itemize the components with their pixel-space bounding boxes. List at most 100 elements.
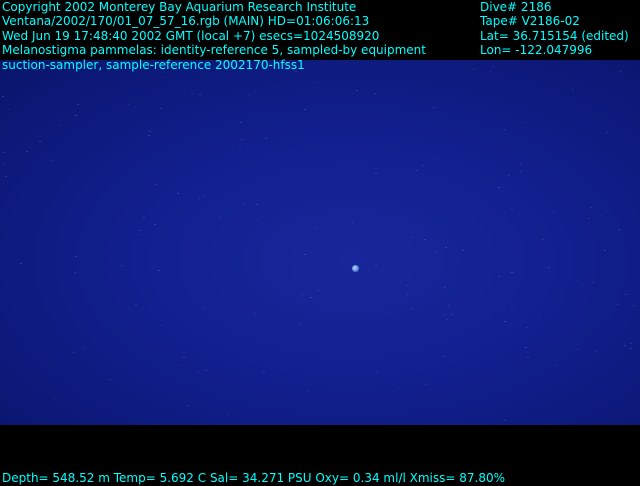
marine-snow-speck [445,247,447,248]
marine-snow-speck [148,135,150,136]
marine-snow-speck [434,158,436,159]
marine-snow-speck [411,308,413,309]
marine-snow-speck [511,208,513,209]
marine-snow-speck [2,96,4,97]
marine-snow-speck [240,122,242,123]
marine-snow-speck [606,132,608,133]
marine-snow-speck [75,115,77,116]
marine-snow-speck [301,294,303,295]
marine-snow-speck [199,94,201,95]
marine-snow-speck [444,287,446,288]
marine-snow-speck [256,204,258,205]
marine-snow-speck [511,272,513,273]
marine-snow-speck [397,387,399,388]
marine-snow-speck [422,165,424,166]
marine-snow-speck [553,211,555,212]
marine-snow-speck [58,125,60,126]
marine-snow-speck [241,139,243,140]
marine-snow-speck [446,319,448,320]
marine-snow-speck [304,109,306,110]
marine-snow-speck [263,371,265,372]
marine-snow-speck [633,305,635,306]
marine-snow-speck [572,89,574,90]
datetime-text: Wed Jun 19 17:48:40 2002 GMT (local +7) … [2,29,380,43]
marine-snow-speck [424,239,426,240]
marine-snow-speck [135,304,137,305]
marine-snow-speck [314,227,316,228]
marine-snow-speck [167,114,169,115]
marine-snow-speck [314,82,316,83]
marine-snow-speck [243,204,245,205]
marine-snow-speck [630,348,632,349]
marine-snow-speck [390,313,392,314]
marine-snow-speck [197,371,199,372]
marine-snow-speck [198,198,200,199]
marine-snow-speck [299,324,301,325]
species-text-1: Melanostigma pammelas: identity-referenc… [2,43,426,57]
marine-snow-speck [511,308,513,309]
marine-snow-speck [239,148,241,149]
marine-snow-speck [554,365,556,366]
marine-snow-speck [416,170,418,171]
marine-snow-speck [576,280,578,281]
marine-snow-speck [226,415,228,416]
marine-snow-speck [177,193,179,194]
marine-snow-speck [77,104,79,105]
marine-snow-speck [121,265,123,266]
marine-snow-speck [3,152,5,153]
tape-number-text: Tape# V2186-02 [480,14,580,28]
marine-snow-speck [205,370,207,371]
sensor-readout-text: Depth= 548.52 m Temp= 5.692 C Sal= 34.27… [2,471,506,485]
marine-snow-speck [590,207,592,208]
marine-snow-speck [538,313,540,314]
marine-snow-speck [563,157,565,158]
marine-snow-speck [493,213,495,214]
marine-snow-speck [425,384,427,385]
marine-snow-speck [158,270,160,271]
marine-snow-speck [137,234,139,235]
marine-snow-speck [356,90,358,91]
marine-snow-speck [73,352,75,353]
marine-snow-speck [139,230,141,231]
marine-snow-speck [617,304,619,305]
marine-snow-speck [50,160,52,161]
marine-snow-speck [187,405,189,406]
marine-snow-speck [451,314,453,315]
marine-snow-speck [542,239,544,240]
marine-snow-speck [375,173,377,174]
marine-snow-speck [5,176,7,177]
marine-snow-speck [620,71,622,72]
species-text-2: suction-sampler, sample-reference 200217… [2,58,305,72]
marine-snow-speck [492,66,494,67]
marine-snow-speck [521,122,523,123]
marine-snow-speck [374,93,376,94]
marine-snow-speck [433,107,435,108]
marine-snow-speck [412,237,414,238]
marine-snow-speck [160,108,162,109]
video-frame: Copyright 2002 Monterey Bay Aquarium Res… [0,0,640,486]
marine-snow-speck [165,77,167,78]
latitude-text: Lat= 36.715154 (edited) [480,29,629,43]
marine-snow-speck [204,307,206,308]
marine-snow-speck [504,129,506,130]
marine-snow-speck [443,356,445,357]
marine-snow-speck [248,95,250,96]
marine-snow-speck [191,93,193,94]
marine-snow-speck [473,69,475,70]
marine-snow-speck [8,109,10,110]
marine-snow-speck [219,217,221,218]
marine-snow-speck [577,349,579,350]
marine-snow-speck [604,250,606,251]
marine-snow-speck [310,297,312,298]
marine-snow-speck [352,222,354,223]
marine-snow-speck [154,224,156,225]
specimen-blob [352,265,359,272]
marine-snow-speck [436,251,438,252]
marine-snow-speck [548,267,550,268]
marine-snow-speck [618,229,620,230]
marine-snow-speck [406,294,408,295]
marine-snow-speck [630,343,632,344]
marine-snow-speck [3,163,5,164]
marine-snow-speck [128,104,130,105]
marine-snow-speck [526,327,528,328]
